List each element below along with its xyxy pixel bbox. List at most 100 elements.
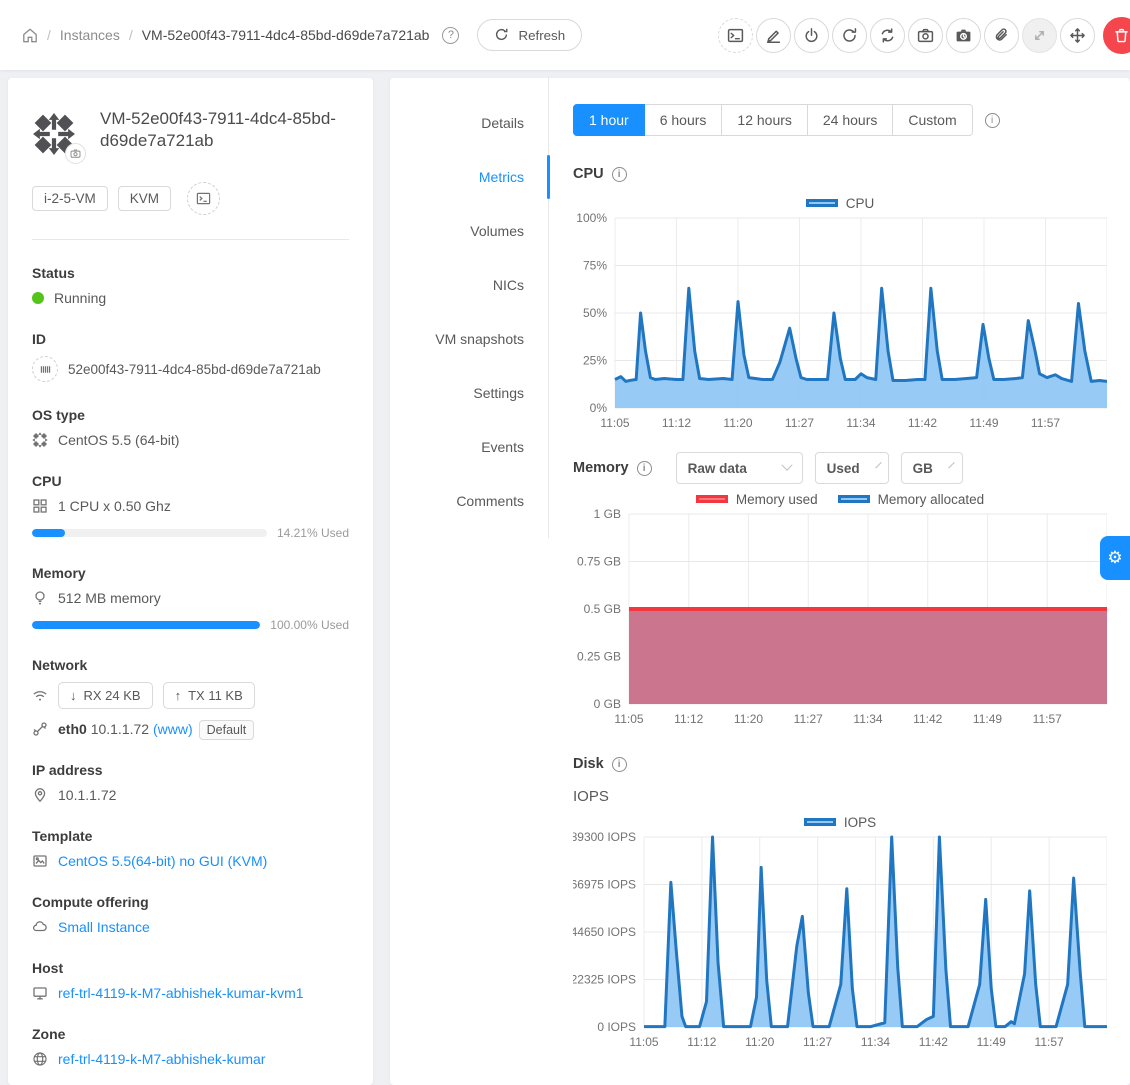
edit-button[interactable] xyxy=(756,18,791,53)
disk-info-icon[interactable]: i xyxy=(612,757,627,772)
memory-selects: Raw data Used GB xyxy=(676,452,963,484)
detail-panel: DetailsMetricsVolumesNICsVM snapshotsSet… xyxy=(390,78,1130,1085)
trash-icon xyxy=(1113,27,1130,44)
zone-field: Zone ref-trl-4119-k-M7-abhishek-kumar xyxy=(32,1026,349,1067)
svg-text:44650 IOPS: 44650 IOPS xyxy=(573,925,636,939)
svg-text:1 GB: 1 GB xyxy=(594,508,621,521)
offering-field: Compute offering Small Instance xyxy=(32,894,349,935)
svg-text:11:05: 11:05 xyxy=(629,1035,658,1049)
time-range-1-hour[interactable]: 1 hour xyxy=(573,104,645,136)
svg-text:0 GB: 0 GB xyxy=(594,697,621,711)
svg-text:0%: 0% xyxy=(590,401,608,415)
camera-badge-icon[interactable] xyxy=(65,143,86,164)
id-value: 52e00f43-7911-4dc4-85bd-d69de7a721ab xyxy=(68,362,321,377)
snapshot-button[interactable] xyxy=(908,18,943,53)
svg-text:0.25 GB: 0.25 GB xyxy=(577,650,621,664)
cpu-field: CPU 1 CPU x 0.50 Ghz 14.21% Used xyxy=(32,473,349,540)
reboot-button[interactable] xyxy=(832,18,867,53)
scale-button[interactable] xyxy=(1022,18,1057,53)
snapshot-schedule-button[interactable] xyxy=(946,18,981,53)
tx-button[interactable]: ↑TX 11 KB xyxy=(163,682,255,709)
svg-text:11:57: 11:57 xyxy=(1035,1035,1064,1049)
cpu-progress-bar xyxy=(32,529,267,537)
svg-text:66975 IOPS: 66975 IOPS xyxy=(573,878,636,892)
memory-plot: 0 GB0.25 GB0.5 GB0.75 GB1 GB11:0511:1211… xyxy=(573,508,1107,730)
legend-item[interactable]: IOPS xyxy=(804,815,876,830)
cpu-info-icon[interactable]: i xyxy=(612,167,627,182)
breadcrumb-separator: / xyxy=(47,27,51,43)
svg-text:0.5 GB: 0.5 GB xyxy=(584,602,621,616)
template-link[interactable]: CentOS 5.5(64-bit) no GUI (KVM) xyxy=(58,853,267,869)
tab-comments[interactable]: Comments xyxy=(390,474,548,528)
offering-link[interactable]: Small Instance xyxy=(58,919,150,935)
nic-network-link[interactable]: (www) xyxy=(153,721,193,737)
settings-fab[interactable]: ⚙ xyxy=(1100,536,1130,580)
svg-text:11:49: 11:49 xyxy=(977,1035,1006,1049)
chevron-down-icon xyxy=(948,462,954,468)
pencil-icon xyxy=(765,27,782,44)
host-link[interactable]: ref-trl-4119-k-M7-abhishek-kumar-kvm1 xyxy=(58,985,304,1001)
help-icon[interactable]: ? xyxy=(442,27,459,44)
memory-chart: Memory used Memory allocated 0 GB 0.25 GB 0.… xyxy=(573,490,1107,730)
globe-icon xyxy=(32,1051,48,1067)
time-range-6-hours[interactable]: 6 hours xyxy=(645,104,723,136)
migrate-button[interactable] xyxy=(1060,18,1095,53)
action-toolbar xyxy=(718,17,1130,54)
legend-item[interactable]: Memory used xyxy=(696,492,818,507)
arrow-up-icon: ↑ xyxy=(175,688,182,703)
tab-settings[interactable]: Settings xyxy=(390,366,548,420)
memory-select-used[interactable]: Used xyxy=(815,452,889,484)
instance-summary-card: VM-52e00f43-7911-4dc4-85bd-d69de7a721ab … xyxy=(8,78,373,1085)
tab-nics[interactable]: NICs xyxy=(390,258,548,312)
memory-info-icon[interactable]: i xyxy=(637,461,652,476)
svg-text:11:42: 11:42 xyxy=(908,416,937,430)
svg-text:11:12: 11:12 xyxy=(687,1035,716,1049)
svg-text:11:34: 11:34 xyxy=(846,416,875,430)
time-range-custom[interactable]: Custom xyxy=(893,104,972,136)
console-button[interactable] xyxy=(718,18,753,53)
reload-icon xyxy=(841,27,858,44)
breadcrumb-instances[interactable]: Instances xyxy=(60,27,120,43)
os-type-field: OS type CentOS 5.5 (64-bit) xyxy=(32,407,349,448)
tab-volumes[interactable]: Volumes xyxy=(390,204,548,258)
bulb-icon xyxy=(32,590,48,606)
time-range-12-hours[interactable]: 12 hours xyxy=(722,104,807,136)
default-badge: Default xyxy=(199,720,255,740)
cpu-used-label: 14.21% Used xyxy=(277,526,349,540)
svg-text:11:05: 11:05 xyxy=(614,712,643,726)
monitor-icon xyxy=(32,985,48,1001)
svg-text:11:12: 11:12 xyxy=(674,712,703,726)
divider xyxy=(32,239,349,240)
tab-metrics[interactable]: Metrics xyxy=(390,150,548,204)
legend-item[interactable]: Memory allocated xyxy=(838,492,985,507)
refresh-button[interactable]: Refresh xyxy=(477,19,582,51)
chevron-down-icon xyxy=(875,462,881,468)
instance-detail-page: / Instances / VM-52e00f43-7911-4dc4-85bd… xyxy=(0,0,1130,1085)
home-icon[interactable] xyxy=(22,27,38,43)
tab-events[interactable]: Events xyxy=(390,420,548,474)
attach-iso-button[interactable] xyxy=(984,18,1019,53)
rx-button[interactable]: ↓RX 24 KB xyxy=(58,682,153,709)
tab-vm-snapshots[interactable]: VM snapshots xyxy=(390,312,548,366)
time-range-info-icon[interactable]: i xyxy=(985,113,1000,128)
legend-item[interactable]: CPU xyxy=(806,196,875,211)
memory-select-raw-data[interactable]: Raw data xyxy=(676,452,803,484)
reinstall-button[interactable] xyxy=(870,18,905,53)
image-icon xyxy=(32,853,48,869)
chart-legend: CPU xyxy=(573,194,1107,212)
memory-select-gb[interactable]: GB xyxy=(901,452,963,484)
status-field: Status Running xyxy=(32,265,349,306)
top-header: / Instances / VM-52e00f43-7911-4dc4-85bd… xyxy=(0,0,1130,70)
location-pin-icon xyxy=(32,787,48,803)
console-shortcut-button[interactable] xyxy=(187,182,220,215)
svg-text:0 IOPS: 0 IOPS xyxy=(597,1020,636,1034)
zone-link[interactable]: ref-trl-4119-k-M7-abhishek-kumar xyxy=(58,1051,265,1067)
svg-text:11:20: 11:20 xyxy=(734,712,763,726)
id-field: ID 52e00f43-7911-4dc4-85bd-d69de7a721ab xyxy=(32,331,349,382)
svg-text:11:42: 11:42 xyxy=(919,1035,948,1049)
tab-details[interactable]: Details xyxy=(390,96,548,150)
destroy-button[interactable] xyxy=(1103,17,1130,54)
stop-button[interactable] xyxy=(794,18,829,53)
memory-section-title: Memory xyxy=(573,460,629,476)
time-range-24-hours[interactable]: 24 hours xyxy=(808,104,893,136)
